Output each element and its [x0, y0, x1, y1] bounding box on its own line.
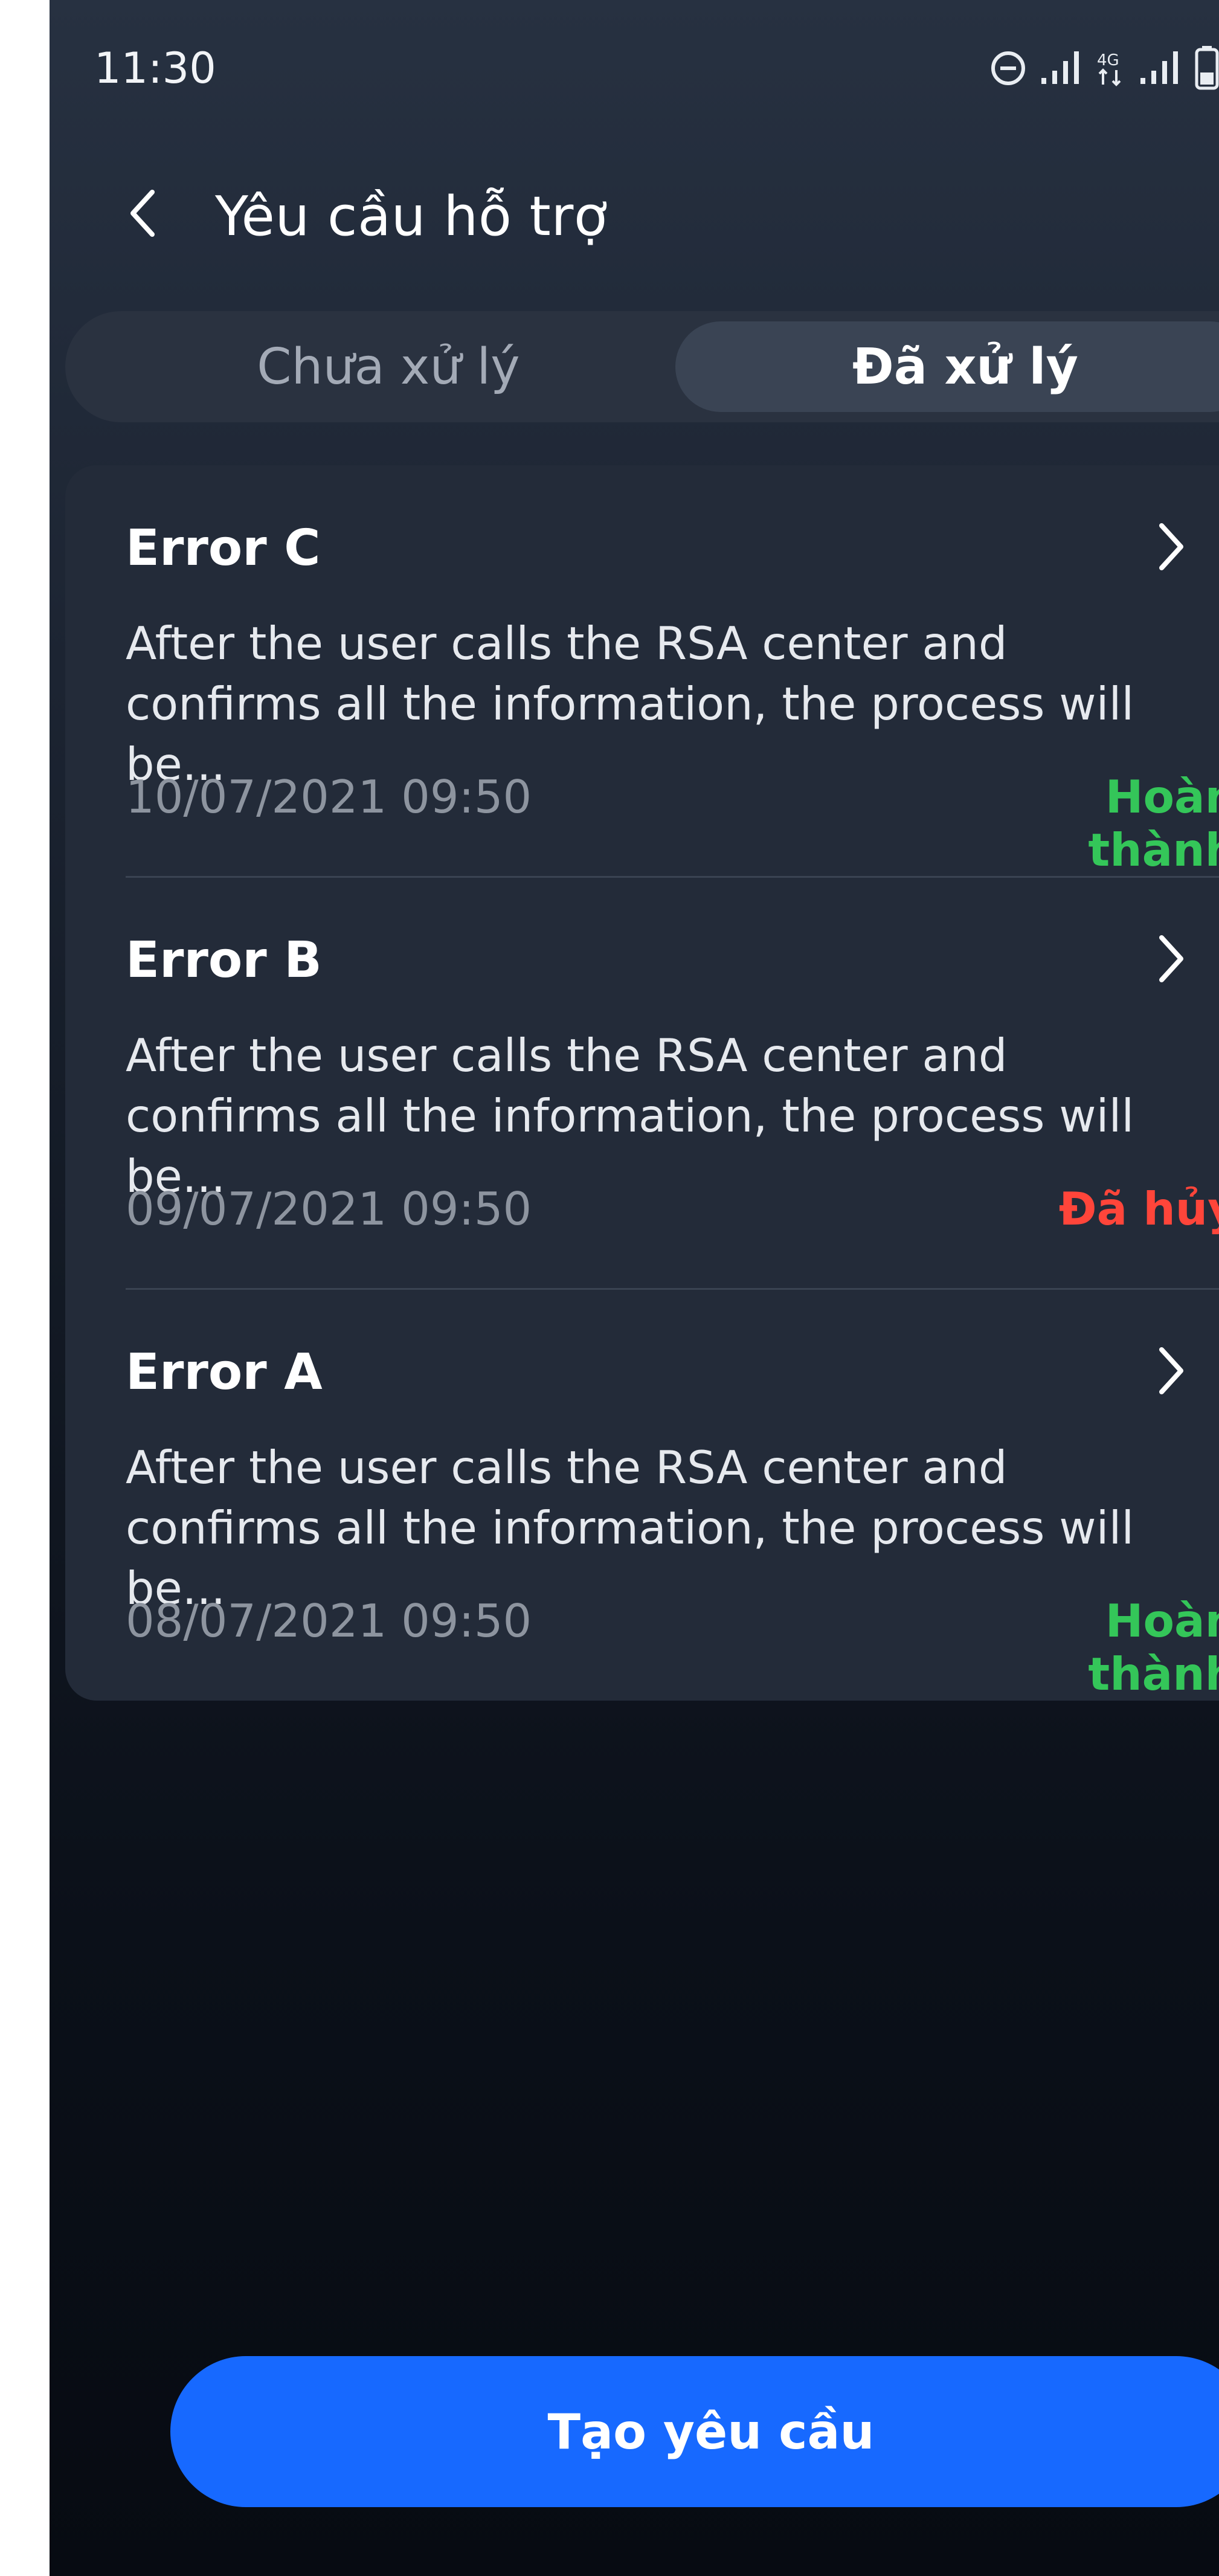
- status-time: 11:30: [94, 43, 216, 93]
- 4g-icon: 4G: [1096, 50, 1126, 87]
- dnd-icon: [989, 50, 1027, 87]
- page-title: Yêu cầu hỗ trợ: [215, 185, 608, 248]
- screen-header: Yêu cầu hỗ trợ: [50, 163, 1219, 266]
- status-bar: 11:30 4G: [50, 0, 1219, 139]
- list-item[interactable]: Error A After the user calls the RSA cen…: [65, 1289, 1219, 1701]
- list-item[interactable]: Error B After the user calls the RSA cen…: [65, 877, 1219, 1288]
- tab-pending[interactable]: Chưa xử lý: [101, 321, 675, 412]
- request-title: Error A: [126, 1344, 323, 1401]
- request-datetime: 08/07/2021 09:50: [126, 1594, 532, 1647]
- status-badge: Đã hủy: [1058, 1182, 1219, 1235]
- battery-icon: [1195, 46, 1219, 91]
- request-description: After the user calls the RSA center and …: [126, 617, 1134, 791]
- chevron-right-icon[interactable]: [1140, 1338, 1201, 1404]
- chevron-right-icon[interactable]: [1140, 514, 1201, 580]
- request-datetime: 09/07/2021 09:50: [126, 1182, 532, 1235]
- status-badge: Hoàn thành: [1088, 770, 1219, 877]
- chevron-left-icon: [128, 186, 158, 243]
- signal-icon: [1040, 50, 1082, 86]
- request-description: After the user calls the RSA center and …: [126, 1029, 1134, 1203]
- app-screen: 11:30 4G Yêu cầu hỗ trợ Chưa xử lý Đã xử…: [50, 0, 1219, 2576]
- list-item[interactable]: Error C After the user calls the RSA cen…: [65, 465, 1219, 877]
- create-request-button[interactable]: Tạo yêu cầu: [170, 2356, 1219, 2507]
- signal-icon: [1139, 50, 1182, 86]
- chevron-right-icon[interactable]: [1140, 926, 1201, 992]
- status-tabs: Chưa xử lý Đã xử lý: [65, 311, 1219, 422]
- request-datetime: 10/07/2021 09:50: [126, 770, 532, 823]
- tab-processed[interactable]: Đã xử lý: [675, 321, 1219, 412]
- status-icons: 4G: [989, 46, 1219, 91]
- request-title: Error C: [126, 520, 321, 577]
- request-list: Error C After the user calls the RSA cen…: [65, 465, 1219, 1701]
- back-button[interactable]: [110, 181, 176, 248]
- request-description: After the user calls the RSA center and …: [126, 1441, 1134, 1615]
- svg-text:4G: 4G: [1097, 51, 1119, 69]
- request-title: Error B: [126, 932, 322, 989]
- status-badge: Hoàn thành: [1088, 1594, 1219, 1701]
